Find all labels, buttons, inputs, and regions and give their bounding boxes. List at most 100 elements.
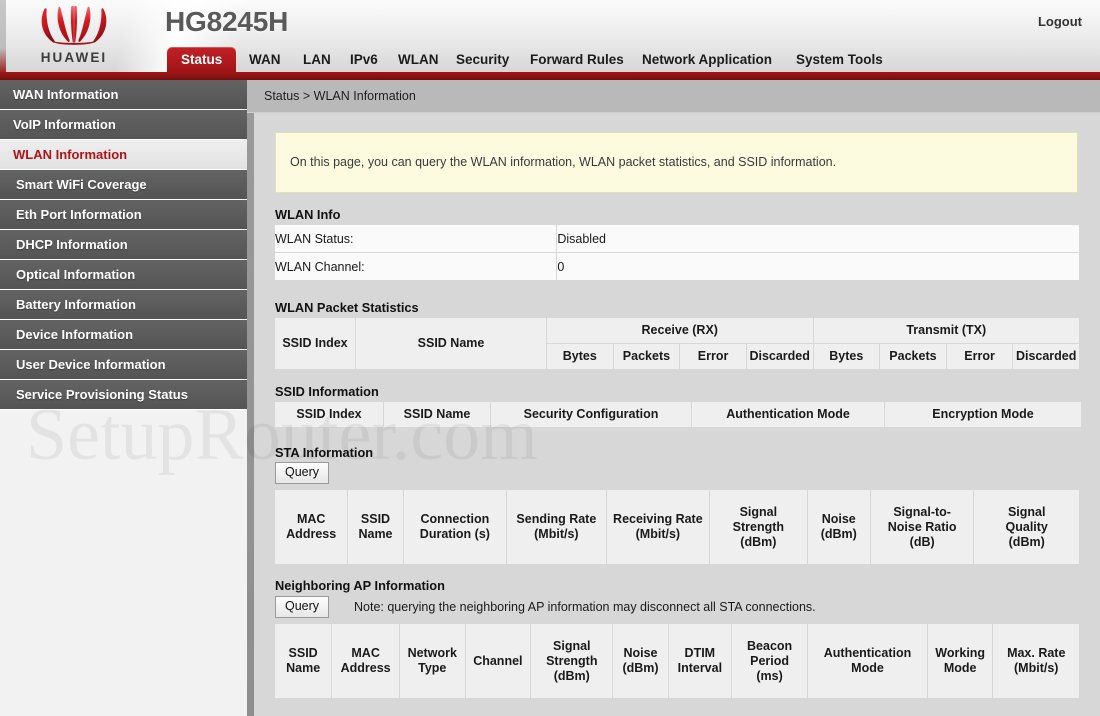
ssid-information-table: SSID Index SSID Name Security Configuratio… (274, 401, 1082, 428)
column-header: SSID Name (275, 624, 332, 698)
column-header: SSID Name (384, 402, 490, 427)
column-header: Signal Quality (dBm) (974, 490, 1079, 564)
info-key: WLAN Status: (275, 225, 557, 252)
nav-tab-system-tools[interactable]: System Tools (787, 47, 892, 73)
nav-tab-wan[interactable]: WAN (240, 47, 290, 73)
column-header: Channel (465, 624, 531, 698)
column-header: SSID Index (275, 318, 355, 369)
sidebar-item-user-device-information[interactable]: User Device Information (0, 350, 247, 380)
column-header: Receiving Rate (Mbit/s) (606, 490, 710, 564)
sidebar-item-label: DHCP Information (16, 237, 128, 252)
sidebar-item-label: WLAN Information (13, 147, 128, 162)
column-header: Signal Strength (dBm) (531, 624, 613, 698)
nav-tab-status[interactable]: Status (167, 47, 237, 73)
sidebar-item-optical-information[interactable]: Optical Information (0, 260, 247, 290)
breadcrumb-bar: Status > WLAN Information (247, 80, 1100, 113)
column-header: SSID Name (348, 490, 403, 564)
header-underline (0, 72, 1100, 80)
breadcrumb: Status > WLAN Information (264, 89, 416, 103)
sidebar-item-dhcp-information[interactable]: DHCP Information (0, 230, 247, 260)
sidebar-nav: WAN Information VoIP Information WLAN Info… (0, 80, 247, 716)
wlan-packet-statistics-table: SSID Index SSID Name Receive (RX) Transmit … (274, 317, 1080, 370)
ssid-info-title: SSID Information (275, 384, 379, 399)
wlan-info-title: WLAN Info (275, 207, 341, 222)
main-nav: Status WAN LAN IPv6 WLAN Security Forward Rule… (0, 47, 1100, 73)
column-header: Bytes (813, 344, 880, 369)
sidebar-item-label: WAN Information (13, 87, 119, 102)
column-header: Connection Duration (s) (403, 490, 507, 564)
sidebar-item-label: Battery Information (16, 297, 136, 312)
content-left-rail (247, 113, 254, 716)
column-header: Max. Rate (Mbit/s) (993, 624, 1079, 698)
nav-tab-security[interactable]: Security (447, 47, 518, 73)
column-header: Encryption Mode (885, 402, 1081, 427)
info-notice: On this page, you can query the WLAN inf… (275, 132, 1078, 193)
sidebar-item-device-information[interactable]: Device Information (0, 320, 247, 350)
neighbor-ap-note: Note: querying the neighboring AP inform… (354, 600, 816, 614)
wlan-info-table: WLAN Status: Disabled WLAN Channel: 0 (274, 224, 1080, 281)
nav-tab-ipv6[interactable]: IPv6 (341, 47, 387, 73)
table-header-row: MAC Address SSID Name Connection Duration (s)… (275, 490, 1079, 564)
sidebar-item-eth-port-information[interactable]: Eth Port Information (0, 200, 247, 230)
sidebar-item-smart-wifi-coverage[interactable]: Smart WiFi Coverage (0, 170, 247, 200)
column-header: SSID Name (356, 318, 546, 369)
column-header: Noise (dBm) (613, 624, 668, 698)
column-header: DTIM Interval (668, 624, 732, 698)
nav-tab-forward-rules[interactable]: Forward Rules (521, 47, 633, 73)
nav-tab-wlan[interactable]: WLAN (389, 47, 448, 73)
column-header: Error (680, 344, 746, 369)
info-notice-text: On this page, you can query the WLAN inf… (290, 155, 837, 169)
column-header: Beacon Period (ms) (732, 624, 808, 698)
sidebar-item-wan-information[interactable]: WAN Information (0, 80, 247, 110)
nav-tab-label: IPv6 (350, 52, 378, 67)
table-header-row: SSID Index SSID Name Security Configuratio… (275, 402, 1081, 427)
packet-stats-title: WLAN Packet Statistics (275, 300, 419, 315)
nav-tab-label: WAN (249, 52, 281, 67)
sidebar-item-wlan-information[interactable]: WLAN Information (0, 140, 247, 170)
neighbor-ap-query-button[interactable]: Query (275, 596, 330, 618)
column-header: Authentication Mode (808, 624, 927, 698)
content-area: Status > WLAN Information On this page, … (247, 80, 1100, 716)
sidebar-item-label: Optical Information (16, 267, 136, 282)
nav-tab-label: Forward Rules (530, 52, 624, 67)
nav-tab-label: WLAN (398, 52, 439, 67)
column-header: Security Configuration (491, 402, 691, 427)
table-row: WLAN Channel: 0 (275, 253, 1079, 280)
neighbor-ap-title: Neighboring AP Information (275, 578, 445, 593)
column-header: SSID Index (275, 402, 383, 427)
sta-info-title: STA Information (275, 445, 374, 460)
wlan-information-panel: On this page, you can query the WLAN inf… (254, 113, 1100, 716)
sidebar-item-label: Device Information (16, 327, 134, 342)
column-header: Receive (RX) (547, 318, 813, 343)
nav-tab-label: Status (181, 52, 223, 67)
sidebar-item-battery-information[interactable]: Battery Information (0, 290, 247, 320)
sidebar-item-service-provisioning-status[interactable]: Service Provisioning Status (0, 380, 247, 410)
info-value: 0 (557, 253, 1079, 280)
nav-tab-network-application[interactable]: Network Application (633, 47, 781, 73)
nav-tab-label: Network Application (642, 52, 773, 67)
page-header: HUAWEI HG8245H Logout Status WAN LAN IPv6 WL… (0, 0, 1100, 80)
column-header: Sending Rate (Mbit/s) (507, 490, 606, 564)
sta-query-button[interactable]: Query (275, 462, 330, 484)
nav-tab-lan[interactable]: LAN (294, 47, 340, 73)
sidebar-item-label: User Device Information (16, 357, 166, 372)
table-header-row: SSID Name MAC Address Network Type Channel Sign… (275, 624, 1079, 698)
sidebar-item-label: Service Provisioning Status (16, 387, 188, 402)
column-header: Noise (dBm) (807, 490, 870, 564)
column-header: Signal-to- Noise Ratio (dB) (870, 490, 974, 564)
page-title: HG8245H (165, 6, 289, 37)
column-header: Error (946, 344, 1013, 369)
column-header: Discarded (746, 344, 813, 369)
column-header: Bytes (547, 344, 613, 369)
column-header: MAC Address (332, 624, 399, 698)
sidebar-item-voip-information[interactable]: VoIP Information (0, 110, 247, 140)
column-header: MAC Address (275, 490, 348, 564)
nav-tab-label: LAN (303, 52, 331, 67)
column-header: Working Mode (927, 624, 993, 698)
sidebar-item-label: Smart WiFi Coverage (16, 177, 147, 192)
info-value: Disabled (557, 225, 1079, 252)
column-header: Signal Strength (dBm) (710, 490, 807, 564)
logout-link[interactable]: Logout (1038, 14, 1082, 29)
column-header: Packets (613, 344, 680, 369)
table-row: WLAN Status: Disabled (275, 225, 1079, 252)
